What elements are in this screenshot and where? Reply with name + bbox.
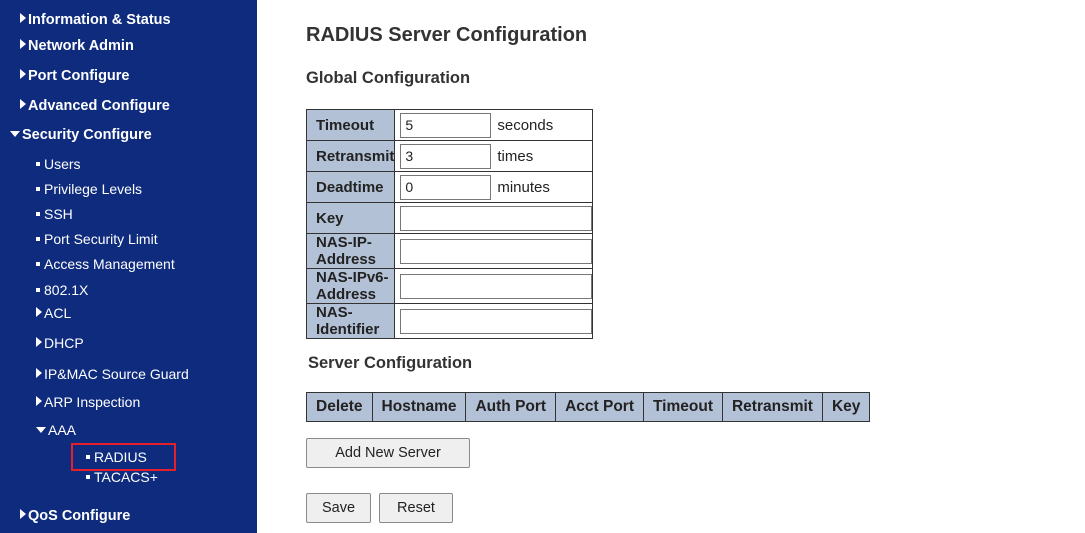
bullet-icon <box>36 237 40 241</box>
key-label: Key <box>305 202 396 234</box>
nas-ipv6-input[interactable] <box>400 273 593 299</box>
nav-8021x[interactable]: 802.1X <box>36 282 88 298</box>
nas-ipv6-row: NAS-IPv6-Address <box>305 268 594 304</box>
nav-ssh[interactable]: SSH <box>36 206 73 222</box>
nav-advanced-configure[interactable]: Advanced Configure <box>20 98 170 114</box>
nav-ip-mac-source-guard[interactable]: IP&MAC Source Guard <box>36 366 189 382</box>
nav-port-security-limit[interactable]: Port Security Limit <box>36 231 158 247</box>
timeout-input[interactable] <box>400 112 492 138</box>
nav-network-admin[interactable]: Network Admin <box>20 38 134 54</box>
server-config-heading: Server Configuration <box>308 354 473 372</box>
retransmit-unit: times <box>497 147 534 165</box>
timeout-row: Timeout seconds <box>305 109 594 141</box>
nas-ip-label: NAS-IP-Address <box>305 233 396 269</box>
key-row: Key <box>305 202 594 234</box>
server-table-header: Delete Hostname Auth Port Acct Port Time… <box>306 392 871 422</box>
server-config-table: Delete Hostname Auth Port Acct Port Time… <box>306 392 871 422</box>
col-delete: Delete <box>306 392 373 422</box>
deadtime-input[interactable] <box>400 174 492 200</box>
nas-ip-input[interactable] <box>400 238 593 264</box>
deadtime-unit: minutes <box>497 178 550 196</box>
save-button[interactable]: Save <box>306 493 371 523</box>
nav-arp-inspection[interactable]: ARP Inspection <box>36 394 140 410</box>
sidebar: Information & Status Network Admin Port … <box>0 0 257 533</box>
reset-button[interactable]: Reset <box>379 493 453 523</box>
triangle-right-icon <box>36 396 42 406</box>
col-timeout: Timeout <box>642 392 723 422</box>
nav-tacacs[interactable]: TACACS+ <box>86 469 158 485</box>
col-auth-port: Auth Port <box>465 392 557 422</box>
nas-ipv6-label: NAS-IPv6-Address <box>305 268 396 304</box>
col-acct-port: Acct Port <box>555 392 644 422</box>
nav-security-configure[interactable]: Security Configure <box>10 127 152 143</box>
nav-qos-configure[interactable]: QoS Configure <box>20 508 130 524</box>
bullet-icon <box>86 455 90 459</box>
triangle-right-icon <box>36 337 42 347</box>
nas-ip-row: NAS-IP-Address <box>305 233 594 269</box>
timeout-unit: seconds <box>497 116 554 134</box>
col-hostname: Hostname <box>371 392 467 422</box>
deadtime-row: Deadtime minutes <box>305 171 594 203</box>
bullet-icon <box>36 288 40 292</box>
triangle-right-icon <box>36 368 42 378</box>
col-key: Key <box>821 392 871 422</box>
page-title: RADIUS Server Configuration <box>306 24 588 46</box>
nav-aaa[interactable]: AAA <box>36 422 76 438</box>
triangle-right-icon <box>36 307 42 317</box>
triangle-right-icon <box>20 509 26 519</box>
col-retransmit: Retransmit <box>721 392 823 422</box>
key-input[interactable] <box>400 205 593 231</box>
retransmit-row: Retransmit times <box>305 140 594 172</box>
timeout-label: Timeout <box>305 109 396 141</box>
nav-information-status[interactable]: Information & Status <box>20 12 171 28</box>
triangle-down-icon <box>10 131 20 137</box>
retransmit-input[interactable] <box>400 143 492 169</box>
nas-identifier-row: NAS-Identifier <box>305 303 594 339</box>
nav-access-management[interactable]: Access Management <box>36 256 175 272</box>
bullet-icon <box>36 162 40 166</box>
triangle-right-icon <box>20 69 26 79</box>
retransmit-label: Retransmit <box>305 140 396 172</box>
global-config-table: Timeout seconds Retransmit times Deadtim… <box>305 109 594 339</box>
deadtime-label: Deadtime <box>305 171 396 203</box>
nas-identifier-input[interactable] <box>400 308 593 334</box>
global-config-heading: Global Configuration <box>306 69 471 87</box>
bullet-icon <box>36 262 40 266</box>
add-new-server-button[interactable]: Add New Server <box>306 438 470 468</box>
bullet-icon <box>86 475 90 479</box>
nav-port-configure[interactable]: Port Configure <box>20 68 130 84</box>
triangle-right-icon <box>20 39 26 49</box>
nav-dhcp[interactable]: DHCP <box>36 335 84 351</box>
triangle-right-icon <box>20 99 26 109</box>
triangle-down-icon <box>36 427 46 433</box>
nav-radius[interactable]: RADIUS <box>86 449 147 465</box>
bullet-icon <box>36 212 40 216</box>
nas-identifier-label: NAS-Identifier <box>305 303 396 339</box>
triangle-right-icon <box>20 13 26 23</box>
nav-privilege-levels[interactable]: Privilege Levels <box>36 181 142 197</box>
nav-users[interactable]: Users <box>36 156 81 172</box>
bullet-icon <box>36 187 40 191</box>
nav-acl[interactable]: ACL <box>36 305 71 321</box>
